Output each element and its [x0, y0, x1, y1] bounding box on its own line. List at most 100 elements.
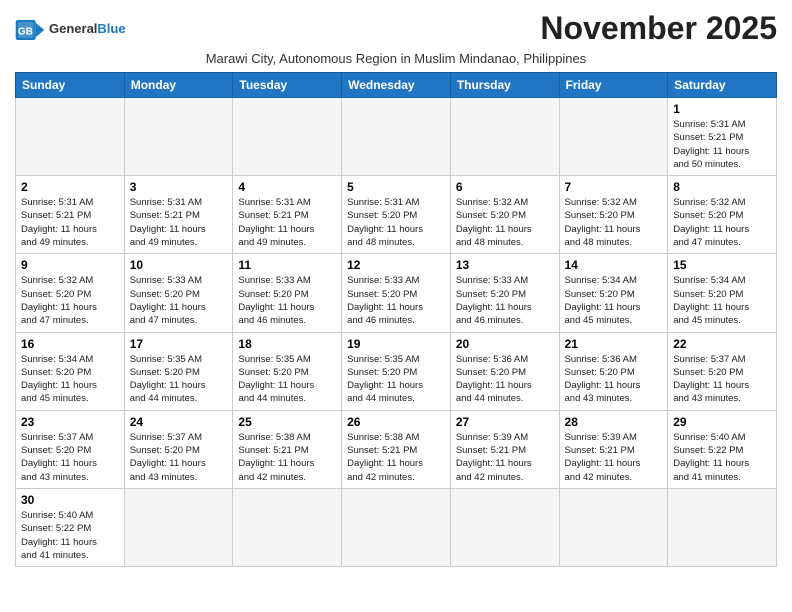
day-info: Sunrise: 5:36 AM Sunset: 5:20 PM Dayligh…	[565, 353, 663, 406]
day-info: Sunrise: 5:38 AM Sunset: 5:21 PM Dayligh…	[238, 431, 336, 484]
logo-general: General	[49, 21, 97, 36]
day-info: Sunrise: 5:38 AM Sunset: 5:21 PM Dayligh…	[347, 431, 445, 484]
calendar-cell	[233, 98, 342, 176]
day-number: 14	[565, 258, 663, 272]
day-info: Sunrise: 5:35 AM Sunset: 5:20 PM Dayligh…	[238, 353, 336, 406]
calendar-cell: 23 Sunrise: 5:37 AM Sunset: 5:20 PM Dayli…	[16, 410, 125, 488]
day-info: Sunrise: 5:34 AM Sunset: 5:20 PM Dayligh…	[565, 274, 663, 327]
day-info: Sunrise: 5:35 AM Sunset: 5:20 PM Dayligh…	[130, 353, 228, 406]
page-header: GB GeneralBlue November 2025	[15, 10, 777, 47]
calendar-cell: 13 Sunrise: 5:33 AM Sunset: 5:20 PM Dayli…	[450, 254, 559, 332]
day-number: 15	[673, 258, 771, 272]
day-number: 7	[565, 180, 663, 194]
day-info: Sunrise: 5:32 AM Sunset: 5:20 PM Dayligh…	[21, 274, 119, 327]
day-number: 25	[238, 415, 336, 429]
day-number: 9	[21, 258, 119, 272]
calendar-cell: 12 Sunrise: 5:33 AM Sunset: 5:20 PM Dayli…	[342, 254, 451, 332]
calendar-subtitle: Marawi City, Autonomous Region in Muslim…	[15, 51, 777, 66]
day-info: Sunrise: 5:31 AM Sunset: 5:21 PM Dayligh…	[21, 196, 119, 249]
calendar-cell: 11 Sunrise: 5:33 AM Sunset: 5:20 PM Dayli…	[233, 254, 342, 332]
day-number: 28	[565, 415, 663, 429]
calendar-cell: 22 Sunrise: 5:37 AM Sunset: 5:20 PM Dayli…	[668, 332, 777, 410]
day-info: Sunrise: 5:32 AM Sunset: 5:20 PM Dayligh…	[456, 196, 554, 249]
calendar-cell	[124, 98, 233, 176]
day-number: 17	[130, 337, 228, 351]
day-number: 23	[21, 415, 119, 429]
day-number: 2	[21, 180, 119, 194]
day-info: Sunrise: 5:31 AM Sunset: 5:21 PM Dayligh…	[673, 118, 771, 171]
day-number: 6	[456, 180, 554, 194]
day-info: Sunrise: 5:34 AM Sunset: 5:20 PM Dayligh…	[673, 274, 771, 327]
day-number: 13	[456, 258, 554, 272]
weekday-header-saturday: Saturday	[668, 73, 777, 98]
day-number: 8	[673, 180, 771, 194]
day-number: 3	[130, 180, 228, 194]
day-number: 18	[238, 337, 336, 351]
day-info: Sunrise: 5:39 AM Sunset: 5:21 PM Dayligh…	[565, 431, 663, 484]
day-number: 26	[347, 415, 445, 429]
calendar-cell: 25 Sunrise: 5:38 AM Sunset: 5:21 PM Dayli…	[233, 410, 342, 488]
svg-text:GB: GB	[18, 26, 33, 37]
weekday-header-thursday: Thursday	[450, 73, 559, 98]
calendar-cell: 7 Sunrise: 5:32 AM Sunset: 5:20 PM Daylig…	[559, 176, 668, 254]
day-info: Sunrise: 5:35 AM Sunset: 5:20 PM Dayligh…	[347, 353, 445, 406]
calendar-cell: 18 Sunrise: 5:35 AM Sunset: 5:20 PM Dayli…	[233, 332, 342, 410]
calendar-cell: 15 Sunrise: 5:34 AM Sunset: 5:20 PM Dayli…	[668, 254, 777, 332]
logo: GB GeneralBlue	[15, 18, 126, 40]
day-number: 5	[347, 180, 445, 194]
day-info: Sunrise: 5:33 AM Sunset: 5:20 PM Dayligh…	[238, 274, 336, 327]
calendar-cell	[124, 488, 233, 566]
day-info: Sunrise: 5:39 AM Sunset: 5:21 PM Dayligh…	[456, 431, 554, 484]
calendar-cell: 26 Sunrise: 5:38 AM Sunset: 5:21 PM Dayli…	[342, 410, 451, 488]
calendar-cell	[559, 488, 668, 566]
calendar-cell	[342, 98, 451, 176]
calendar-cell: 21 Sunrise: 5:36 AM Sunset: 5:20 PM Dayli…	[559, 332, 668, 410]
calendar-cell: 2 Sunrise: 5:31 AM Sunset: 5:21 PM Daylig…	[16, 176, 125, 254]
day-number: 21	[565, 337, 663, 351]
month-title: November 2025	[540, 10, 777, 47]
day-number: 10	[130, 258, 228, 272]
calendar-cell: 14 Sunrise: 5:34 AM Sunset: 5:20 PM Dayli…	[559, 254, 668, 332]
calendar-cell: 6 Sunrise: 5:32 AM Sunset: 5:20 PM Daylig…	[450, 176, 559, 254]
day-number: 20	[456, 337, 554, 351]
day-number: 19	[347, 337, 445, 351]
day-info: Sunrise: 5:34 AM Sunset: 5:20 PM Dayligh…	[21, 353, 119, 406]
weekday-header-monday: Monday	[124, 73, 233, 98]
calendar-cell: 24Sunrise: 5:37 AM Sunset: 5:20 PM Dayli…	[124, 410, 233, 488]
day-number: 22	[673, 337, 771, 351]
day-number: 29	[673, 415, 771, 429]
weekday-header-friday: Friday	[559, 73, 668, 98]
calendar-cell: 3 Sunrise: 5:31 AM Sunset: 5:21 PM Daylig…	[124, 176, 233, 254]
calendar-cell	[16, 98, 125, 176]
calendar-cell	[450, 488, 559, 566]
day-info: Sunrise: 5:31 AM Sunset: 5:21 PM Dayligh…	[130, 196, 228, 249]
day-info: Sunrise: 5:33 AM Sunset: 5:20 PM Dayligh…	[456, 274, 554, 327]
calendar-cell: 8 Sunrise: 5:32 AM Sunset: 5:20 PM Daylig…	[668, 176, 777, 254]
day-info: Sunrise: 5:37 AM Sunset: 5:20 PM Dayligh…	[21, 431, 119, 484]
calendar-cell	[668, 488, 777, 566]
weekday-header-sunday: Sunday	[16, 73, 125, 98]
calendar-cell: 17 Sunrise: 5:35 AM Sunset: 5:20 PM Dayli…	[124, 332, 233, 410]
calendar-cell: 16Sunrise: 5:34 AM Sunset: 5:20 PM Dayli…	[16, 332, 125, 410]
logo-icon: GB	[15, 20, 45, 40]
day-info: Sunrise: 5:32 AM Sunset: 5:20 PM Dayligh…	[673, 196, 771, 249]
calendar-cell: 5Sunrise: 5:31 AM Sunset: 5:20 PM Daylig…	[342, 176, 451, 254]
calendar-cell	[342, 488, 451, 566]
day-info: Sunrise: 5:40 AM Sunset: 5:22 PM Dayligh…	[673, 431, 771, 484]
weekday-header-wednesday: Wednesday	[342, 73, 451, 98]
day-info: Sunrise: 5:32 AM Sunset: 5:20 PM Dayligh…	[565, 196, 663, 249]
day-info: Sunrise: 5:33 AM Sunset: 5:20 PM Dayligh…	[347, 274, 445, 327]
calendar-cell: 1Sunrise: 5:31 AM Sunset: 5:21 PM Daylig…	[668, 98, 777, 176]
calendar-cell: 9 Sunrise: 5:32 AM Sunset: 5:20 PM Daylig…	[16, 254, 125, 332]
day-info: Sunrise: 5:37 AM Sunset: 5:20 PM Dayligh…	[673, 353, 771, 406]
calendar-cell: 10 Sunrise: 5:33 AM Sunset: 5:20 PM Dayli…	[124, 254, 233, 332]
day-number: 12	[347, 258, 445, 272]
calendar-cell	[450, 98, 559, 176]
calendar-cell: 4Sunrise: 5:31 AM Sunset: 5:21 PM Daylig…	[233, 176, 342, 254]
day-info: Sunrise: 5:33 AM Sunset: 5:20 PM Dayligh…	[130, 274, 228, 327]
logo-blue: Blue	[97, 21, 125, 36]
day-info: Sunrise: 5:37 AM Sunset: 5:20 PM Dayligh…	[130, 431, 228, 484]
calendar-cell: 20Sunrise: 5:36 AM Sunset: 5:20 PM Dayli…	[450, 332, 559, 410]
weekday-header-tuesday: Tuesday	[233, 73, 342, 98]
day-number: 11	[238, 258, 336, 272]
